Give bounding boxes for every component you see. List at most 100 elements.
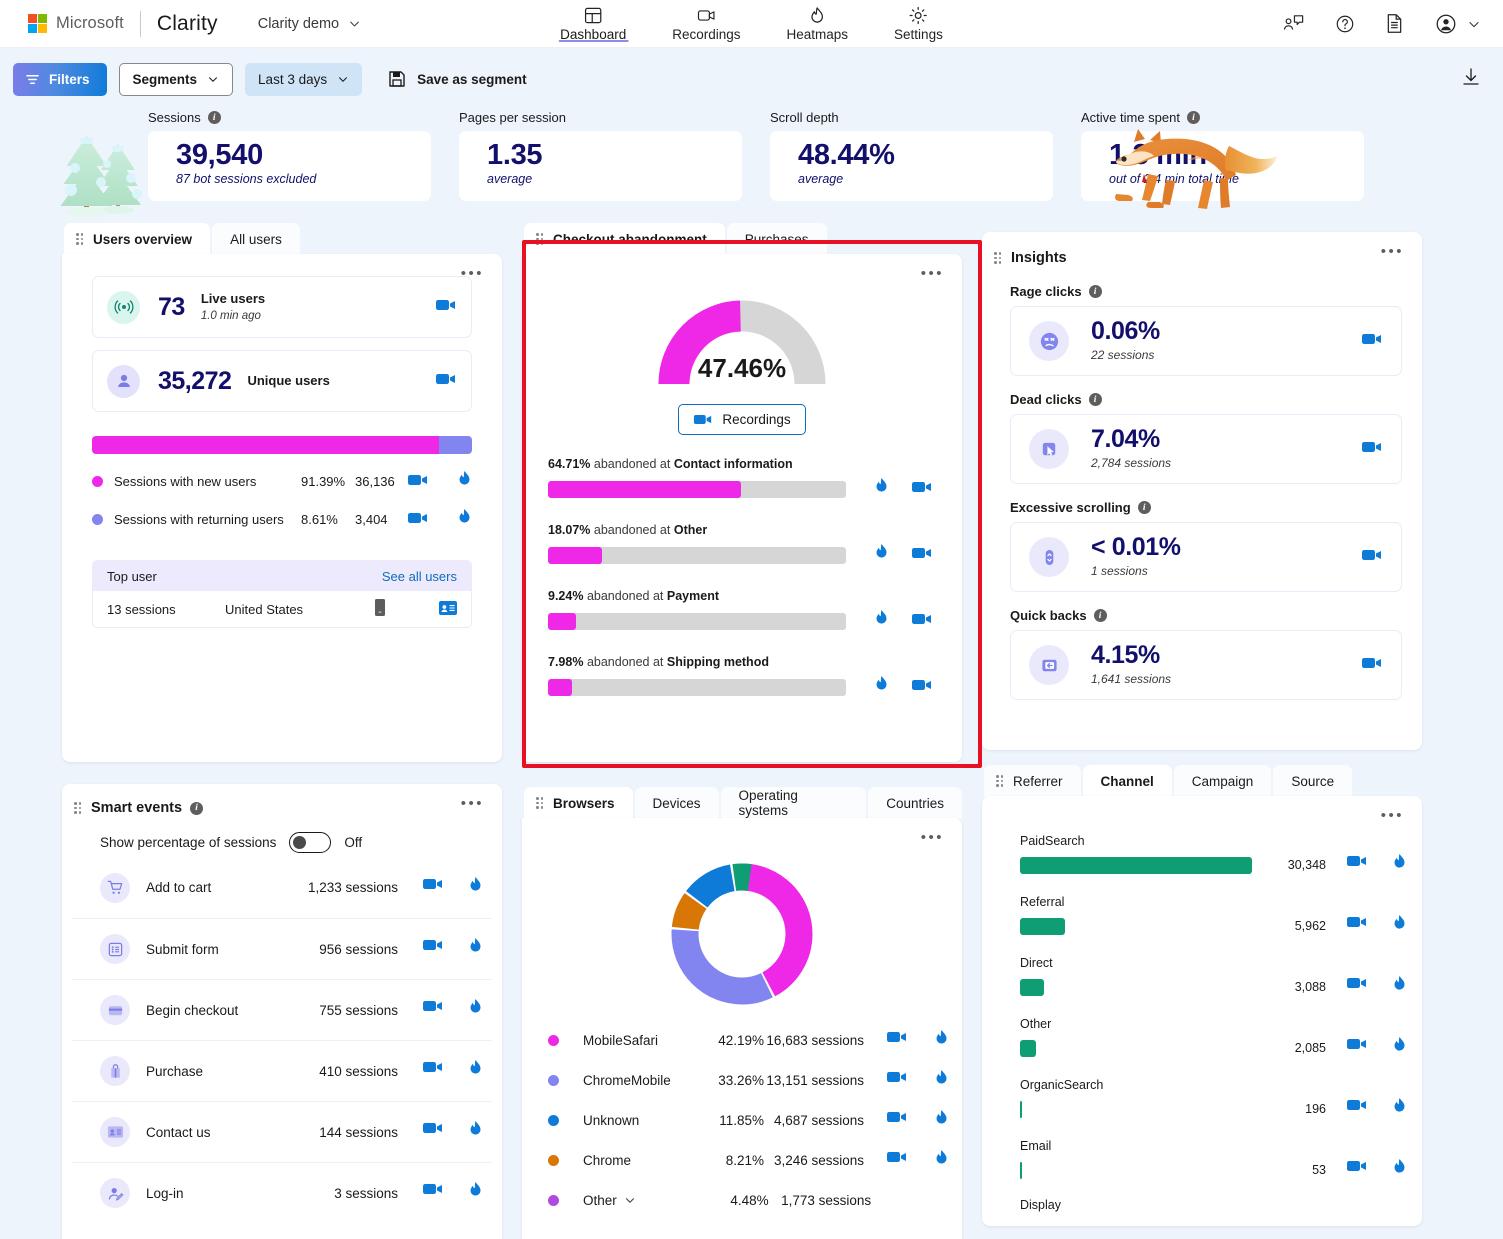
checkout-menu-button[interactable]: ••• [921,266,944,281]
drag-handle-icon[interactable] [536,797,545,809]
smart-event-row[interactable]: Begin checkout 755 sessions [72,979,492,1040]
clarity-wordmark[interactable]: Clarity [157,12,218,36]
smart-event-row[interactable]: Log-in 3 sessions [72,1162,492,1223]
recordings-icon[interactable] [1346,1036,1368,1060]
heatmap-icon[interactable] [934,1149,949,1171]
save-as-segment-button[interactable]: Save as segment [388,70,527,88]
account-menu[interactable] [1434,12,1481,36]
smart-event-row[interactable]: Contact us 144 sessions [72,1101,492,1162]
recordings-icon[interactable] [422,1120,444,1144]
tab-countries[interactable]: Countries [868,787,962,819]
tab-purchases[interactable]: Purchases [726,223,827,255]
smart-event-row[interactable]: Add to cart 1,233 sessions [72,857,492,918]
recordings-icon[interactable] [911,677,933,698]
recordings-icon[interactable] [886,1109,908,1131]
heatmap-icon[interactable] [934,1029,949,1051]
tab-checkout-abandonment[interactable]: Checkout abandonment [524,223,725,255]
heatmap-icon[interactable] [468,876,483,900]
segments-button[interactable]: Segments [118,62,234,96]
nav-item-settings[interactable]: Settings [890,0,947,47]
heatmap-icon[interactable] [468,1059,483,1083]
nav-item-recordings[interactable]: Recordings [668,0,744,47]
heatmap-icon[interactable] [1392,1158,1407,1182]
help-icon[interactable] [1335,14,1355,34]
smart-event-row[interactable]: Purchase 410 sessions [72,1040,492,1101]
info-icon[interactable]: i [1088,285,1102,298]
tab-devices[interactable]: Devices [634,787,719,819]
info-icon[interactable]: i [1088,393,1102,406]
insight-recordings-icon[interactable] [1361,331,1383,352]
drag-handle-icon[interactable] [74,802,83,814]
recordings-button[interactable]: Recordings [678,404,806,435]
recordings-icon[interactable] [1346,853,1368,877]
browser-legend-row[interactable]: Chrome 8.21% 3,246 sessions [532,1140,952,1180]
new-users-heatmap-icon[interactable] [457,470,472,492]
tab-campaign[interactable]: Campaign [1173,765,1272,797]
smart-events-menu-button[interactable]: ••• [461,796,484,811]
insights-menu-button[interactable]: ••• [1381,244,1404,259]
browser-legend-row[interactable]: MobileSafari 42.19% 16,683 sessions [532,1020,952,1060]
recordings-icon[interactable] [422,876,444,900]
tab-browsers[interactable]: Browsers [524,787,633,819]
info-icon[interactable]: i [1093,609,1107,622]
drag-handle-icon[interactable] [994,252,1003,264]
recordings-icon[interactable] [911,545,933,566]
docs-icon[interactable] [1385,13,1404,34]
insight-recordings-icon[interactable] [1361,547,1383,568]
heatmap-icon[interactable] [1392,914,1407,938]
browsers-menu-button[interactable]: ••• [921,830,944,845]
returning-users-heatmap-icon[interactable] [457,508,472,530]
tab-users-overview[interactable]: Users overview [64,223,211,255]
tab-referrer[interactable]: Referrer [984,765,1081,797]
drag-handle-icon[interactable] [536,233,545,245]
heatmap-icon[interactable] [1392,853,1407,877]
browser-legend-row[interactable]: Unknown 11.85% 4,687 sessions [532,1100,952,1140]
info-icon[interactable]: i [207,111,221,124]
see-all-users-link[interactable]: See all users [382,569,457,584]
recordings-icon[interactable] [911,611,933,632]
recordings-icon[interactable] [886,1029,908,1051]
heatmap-icon[interactable] [874,609,889,633]
heatmap-icon[interactable] [934,1109,949,1131]
heatmap-icon[interactable] [874,477,889,501]
heatmap-icon[interactable] [874,543,889,567]
heatmap-icon[interactable] [1392,975,1407,999]
insight-recordings-icon[interactable] [1361,439,1383,460]
heatmap-icon[interactable] [468,1120,483,1144]
tab-channel[interactable]: Channel [1082,765,1172,797]
tab-source[interactable]: Source [1273,765,1353,797]
heatmap-icon[interactable] [934,1069,949,1091]
heatmap-icon[interactable] [468,937,483,961]
new-users-recordings-icon[interactable] [407,472,429,491]
user-profile-icon[interactable] [439,600,457,618]
heatmap-icon[interactable] [874,675,889,699]
recordings-icon[interactable] [886,1069,908,1091]
microsoft-logo[interactable]: Microsoft [28,14,124,33]
tab-operating-systems[interactable]: Operating systems [720,787,867,819]
heatmap-icon[interactable] [468,998,483,1022]
recordings-icon[interactable] [1346,1097,1368,1121]
recordings-icon[interactable] [422,998,444,1022]
recordings-icon[interactable] [1346,1158,1368,1182]
info-icon[interactable]: i [1137,501,1151,514]
browser-legend-row[interactable]: Other 4.48% 1,773 sessions [532,1180,952,1220]
returning-users-recordings-icon[interactable] [407,510,429,529]
info-icon[interactable]: i [190,801,204,815]
live-users-recordings-icon[interactable] [435,297,457,318]
recordings-icon[interactable] [911,479,933,500]
recordings-icon[interactable] [422,937,444,961]
channel-menu-button[interactable]: ••• [1381,808,1404,823]
recordings-icon[interactable] [422,1181,444,1205]
recordings-icon[interactable] [422,1059,444,1083]
chevron-down-icon[interactable] [624,1194,636,1206]
show-percentage-toggle[interactable] [289,832,332,853]
project-selector[interactable]: Clarity demo [258,16,361,32]
drag-handle-icon[interactable] [996,775,1005,787]
heatmap-icon[interactable] [1392,1036,1407,1060]
recordings-icon[interactable] [886,1149,908,1171]
date-range-button[interactable]: Last 3 days [245,62,363,96]
download-icon[interactable] [1461,67,1481,92]
heatmap-icon[interactable] [468,1181,483,1205]
browser-legend-row[interactable]: ChromeMobile 33.26% 13,151 sessions [532,1060,952,1100]
drag-handle-icon[interactable] [76,233,85,245]
